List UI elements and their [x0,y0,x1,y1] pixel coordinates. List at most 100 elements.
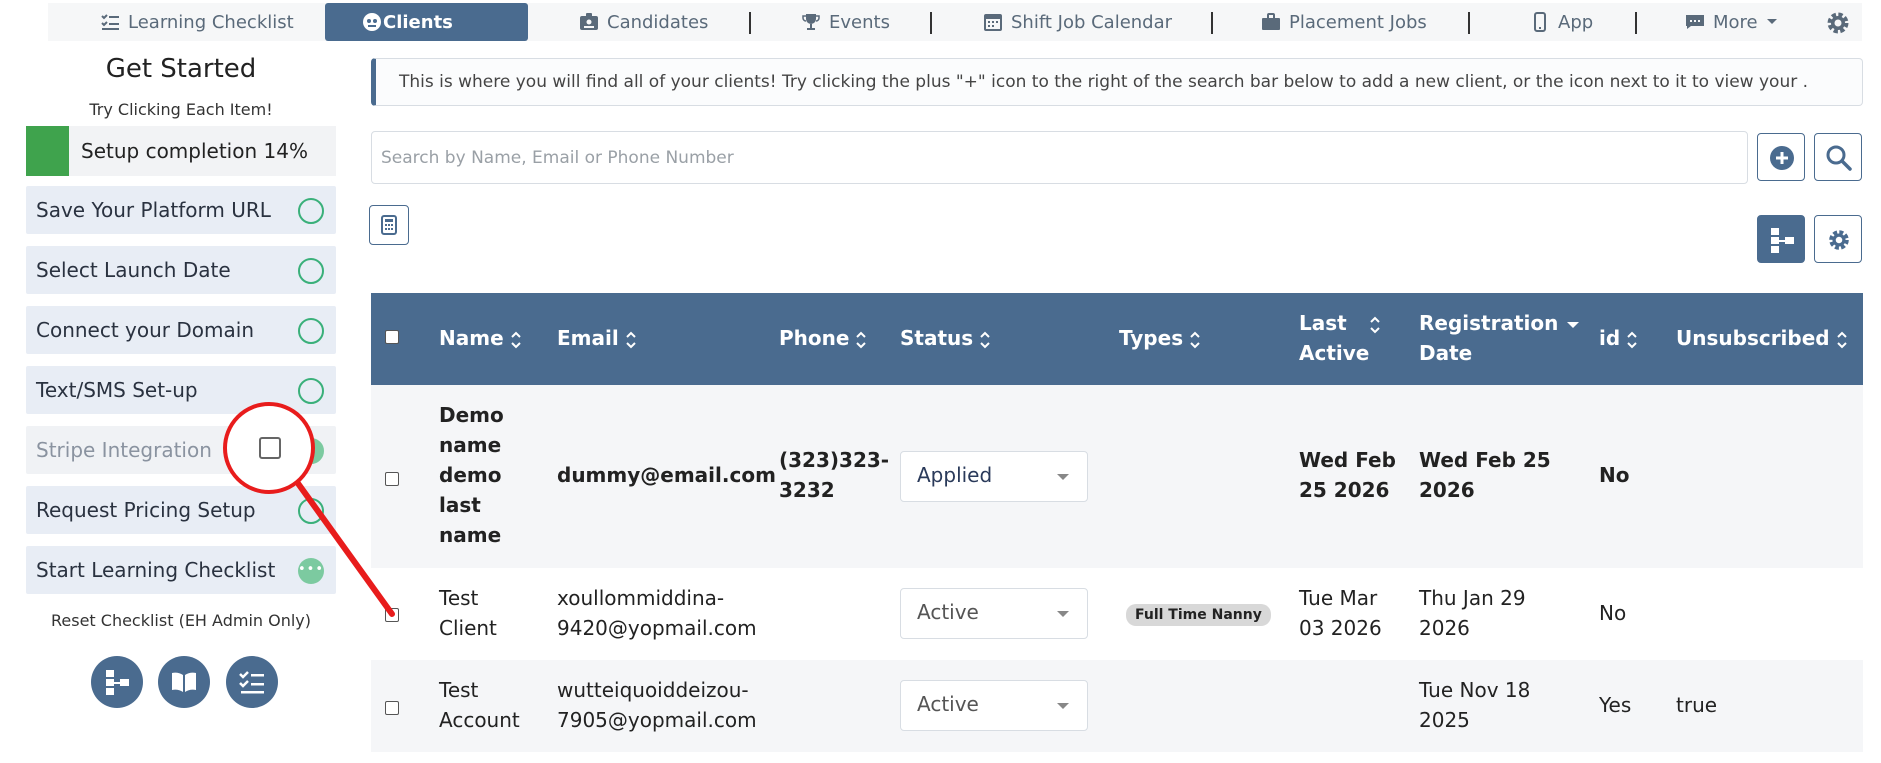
sort-icon [856,331,867,348]
client-name[interactable]: Test Client [439,583,497,643]
date-line: Thu Jan 29 [1419,586,1526,610]
tab-events[interactable]: Events [801,3,890,41]
column-header-label: Active [1299,341,1370,365]
column-header-phone[interactable]: Phone [779,323,867,353]
info-banner-text: This is where you will find all of your … [399,72,1809,92]
client-name[interactable]: Demo name demo last name [439,400,504,550]
nav-divider [1211,12,1213,34]
column-header-unsubscribed[interactable]: Unsubscribed [1676,323,1848,353]
date-line: Tue Mar [1299,586,1378,610]
tab-app[interactable]: App [1530,3,1593,41]
column-layout-button[interactable] [1757,215,1805,263]
calendar-icon [984,14,1002,31]
completion-fill [26,126,70,176]
checklist-button[interactable] [226,656,278,708]
empty-circle-icon [298,318,324,344]
status-select[interactable]: Active [900,680,1088,731]
empty-circle-icon [298,378,324,404]
status-value: Applied [917,463,993,487]
status-select[interactable]: Active [900,588,1088,639]
tab-label: Events [829,11,890,33]
checklist-item-platform-url[interactable]: Save Your Platform URL [26,186,336,234]
sort-icon [1370,316,1380,333]
caret-down-icon [1057,703,1069,709]
add-client-button[interactable] [1757,133,1805,181]
guide-button[interactable] [158,656,210,708]
sitemap-icon [106,670,129,695]
checklist-item-launch-date[interactable]: Select Launch Date [26,246,336,294]
tab-candidates[interactable]: Candidates [579,3,708,41]
top-nav: Learning Checklist Clients Candidates Ev… [48,3,1862,41]
annotation-magnifier [223,402,315,494]
date-line: 25 2026 [1299,478,1390,502]
column-header-name[interactable]: Name [439,323,522,353]
column-header-label: Date [1419,341,1473,365]
checklist-icon [239,671,264,694]
tab-more[interactable]: More [1685,3,1778,41]
name-line: name [439,523,502,547]
tab-label: More [1713,11,1758,33]
tab-placement-jobs[interactable]: Placement Jobs [1261,3,1427,41]
checklist-item-domain[interactable]: Connect your Domain [26,306,336,354]
unsubscribed-value: true [1676,693,1718,717]
gear-icon [1829,230,1849,250]
column-header-registration-date[interactable]: Registration Date [1419,308,1580,368]
checklist-item-learning[interactable]: Start Learning Checklist ••• [26,546,336,594]
select-all-checkbox[interactable] [385,330,399,344]
column-header-id[interactable]: id [1599,323,1638,353]
search-input[interactable] [371,131,1748,184]
tab-label: Placement Jobs [1289,11,1427,33]
column-header-label: Status [900,326,974,350]
reset-checklist-link[interactable]: Reset Checklist (EH Admin Only) [26,611,336,630]
sitemap-button[interactable] [91,656,143,708]
in-progress-dots-icon: ••• [298,558,324,584]
search-button[interactable] [1814,133,1862,181]
sidebar-subtitle: Try Clicking Each Item! [89,100,273,119]
column-header-label: Registration [1419,311,1559,335]
client-name[interactable]: Test Account [439,675,520,735]
column-header-email[interactable]: Email [557,323,637,353]
tab-shift-job-calendar[interactable]: Shift Job Calendar [983,3,1172,41]
row-checkbox[interactable] [385,701,399,715]
phone-line: (323)323- [779,448,890,472]
table-settings-button[interactable] [1814,215,1862,263]
nav-divider [749,12,751,34]
client-email: dummy@email.com [557,463,776,487]
gear-icon[interactable] [1823,8,1853,38]
registration-date: Wed Feb 25 2026 [1419,445,1551,505]
completion-label: Setup completion 14% [81,139,308,163]
caret-down-icon [1057,474,1069,480]
column-header-last-active[interactable]: Last Active [1299,308,1381,368]
name-line: Demo [439,403,504,427]
column-header-label: Phone [779,326,850,350]
row-checkbox[interactable] [385,472,399,486]
column-header-types[interactable]: Types [1119,323,1201,353]
tab-clients[interactable]: Clients [325,3,528,41]
column-header-status[interactable]: Status [900,323,991,353]
setup-completion-bar: Setup completion 14% [26,126,336,176]
column-header-label: Unsubscribed [1676,326,1830,350]
table-row[interactable]: Demo name demo last name dummy@email.com… [371,385,1863,568]
table-row[interactable]: Test Client xoullommiddina- 9420@yopmail… [371,568,1863,660]
magnified-checkbox [259,437,281,459]
status-select[interactable]: Applied [900,451,1088,502]
nav-divider [930,12,932,34]
status-value: Active [917,692,979,716]
sort-icon [626,331,636,348]
sort-icon [510,331,521,348]
tab-learning-checklist[interactable]: Learning Checklist [100,3,294,41]
table-row[interactable]: Test Account wutteiquoiddeizou- 7905@yop… [371,660,1863,752]
calculator-button[interactable] [369,205,409,245]
date-line: Tue Nov 18 [1419,678,1531,702]
client-email: xoullommiddina- 9420@yopmail.com [557,583,757,643]
checklist-item-label: Start Learning Checklist [36,558,276,582]
checklist-item-pricing[interactable]: Request Pricing Setup [26,486,336,534]
clients-icon [363,13,381,31]
tab-label: Clients [383,11,453,33]
name-line: name [439,433,502,457]
phone-icon [1534,12,1546,32]
tab-label: Shift Job Calendar [1011,11,1173,33]
row-checkbox[interactable] [385,608,399,622]
sort-icon [1836,331,1847,348]
sort-icon [1190,331,1200,348]
